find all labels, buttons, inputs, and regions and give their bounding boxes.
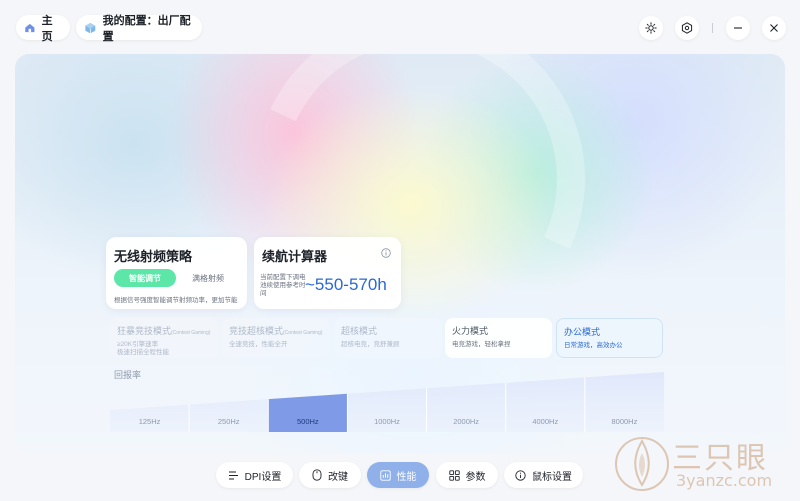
mouse-icon: [312, 469, 322, 481]
polling-rate-option[interactable]: 125Hz: [110, 372, 189, 432]
watermark-logo: [615, 437, 669, 491]
top-bar: 主页 我的配置：出厂配置: [0, 0, 800, 54]
close-button[interactable]: [762, 16, 786, 40]
dpi-bars-icon: [228, 471, 238, 479]
mode-description: ≥20K引擎速率 极速扫描全程性能: [117, 341, 169, 356]
mode-title: 超核模式: [341, 326, 378, 336]
mode-description: 日常游戏，高效办公: [564, 342, 623, 349]
rf-smart-option[interactable]: 智能调节: [114, 269, 176, 287]
nav-performance-label: 性能: [396, 471, 417, 483]
settings-button[interactable]: [675, 16, 699, 40]
nav-performance[interactable]: 性能: [367, 462, 429, 488]
polling-rate-selector: 125Hz 250Hz 500Hz 1000Hz 2000Hz 4000Hz 8000Hz: [110, 372, 664, 432]
rf-mode-toggle: 智能调节 满格射频: [114, 269, 238, 287]
home-label: 主页: [41, 14, 53, 43]
polling-rate-option[interactable]: 1000Hz: [347, 372, 426, 432]
main-panel: 无线射频策略 智能调节 满格射频 根据信号强度智能调节射频功率，更加节能 续航计…: [15, 54, 785, 454]
battery-description: 当前配置下调电池续使用参考时间: [260, 274, 306, 297]
mode-contest-ultra[interactable]: 竞技超核模式(Contest Gaming) 全速竞技，性能全开: [222, 318, 330, 358]
nav-parameters[interactable]: 参数: [436, 462, 498, 488]
polling-rate-option[interactable]: 500Hz: [268, 372, 347, 432]
nav-mouse-settings[interactable]: 鼠标设置: [504, 462, 583, 488]
polling-rate-option[interactable]: 4000Hz: [506, 372, 585, 432]
nav-params-label: 参数: [465, 471, 486, 483]
mode-firepower[interactable]: 火力模式 电竞游戏，轻松拿捏: [445, 318, 552, 358]
polling-rate-options: 125Hz 250Hz 500Hz 1000Hz 2000Hz 4000Hz 8000Hz: [110, 372, 664, 432]
minimize-button[interactable]: [726, 16, 750, 40]
theme-button[interactable]: [639, 16, 663, 40]
mode-description: 超核电竞，竞舒兼顾: [341, 341, 400, 348]
home-button[interactable]: 主页: [16, 15, 70, 43]
rf-full-option[interactable]: 满格射频: [192, 273, 224, 284]
cube-icon: [85, 22, 96, 33]
rf-strategy-title: 无线射频策略: [114, 249, 193, 264]
mode-subtitle: (Contest Gaming): [171, 330, 211, 336]
nav-dpi-label: DPI设置: [244, 471, 282, 483]
battery-calculator-card: 续航计算器 当前配置下调电池续使用参考时间 ~550-570h: [254, 237, 401, 309]
mode-frenzy[interactable]: 狂暴竞技模式(Contest Gaming) ≥20K引擎速率 极速扫描全程性能: [110, 318, 218, 358]
info-circle-icon: [515, 469, 526, 481]
config-label: 我的配置：出厂配置: [102, 14, 191, 43]
mode-subtitle: (Contest Gaming): [283, 330, 323, 336]
watermark-url: 3yanzc.com: [676, 471, 773, 490]
nav-keys-label: 改键: [328, 471, 348, 483]
mode-description: 全速竞技，性能全开: [229, 341, 288, 348]
mode-description: 电竞游戏，轻松拿捏: [452, 341, 511, 348]
polling-rate-option[interactable]: 8000Hz: [585, 372, 664, 432]
config-selector[interactable]: 我的配置：出厂配置: [76, 15, 202, 43]
window-controls-divider: [712, 23, 713, 33]
mode-title: 火力模式: [452, 326, 489, 336]
home-icon: [25, 23, 35, 32]
mode-title: 竞技超核模式: [229, 326, 284, 336]
mode-ultra[interactable]: 超核模式 超核电竞，竞舒兼顾: [334, 318, 442, 358]
nav-dpi-settings[interactable]: DPI设置: [216, 462, 293, 488]
grid-icon: [448, 469, 460, 481]
polling-rate-option[interactable]: 250Hz: [189, 372, 268, 432]
close-icon: [770, 24, 778, 32]
mode-office[interactable]: 办公模式 日常游戏，高效办公: [556, 318, 663, 358]
rf-strategy-description: 根据信号强度智能调节射频功率，更加节能: [114, 297, 238, 304]
mode-title: 办公模式: [564, 327, 601, 337]
info-icon[interactable]: [381, 248, 391, 258]
nav-key-remap[interactable]: 改键: [299, 462, 361, 488]
hexagon-settings-icon: [681, 22, 693, 34]
battery-calculator-title: 续航计算器: [262, 249, 328, 264]
battery-estimate-value: ~550-570h: [305, 275, 387, 294]
nav-mouse-label: 鼠标设置: [532, 471, 572, 483]
sun-icon: [645, 22, 657, 34]
watermark: 三只眼 3yanzc.com: [612, 427, 800, 501]
minimize-icon: [734, 27, 742, 29]
polling-rate-option[interactable]: 2000Hz: [427, 372, 506, 432]
rf-strategy-card: 无线射频策略 智能调节 满格射频 根据信号强度智能调节射频功率，更加节能: [106, 237, 247, 309]
mode-title: 狂暴竞技模式: [117, 326, 172, 336]
performance-chart-icon: [379, 469, 391, 481]
